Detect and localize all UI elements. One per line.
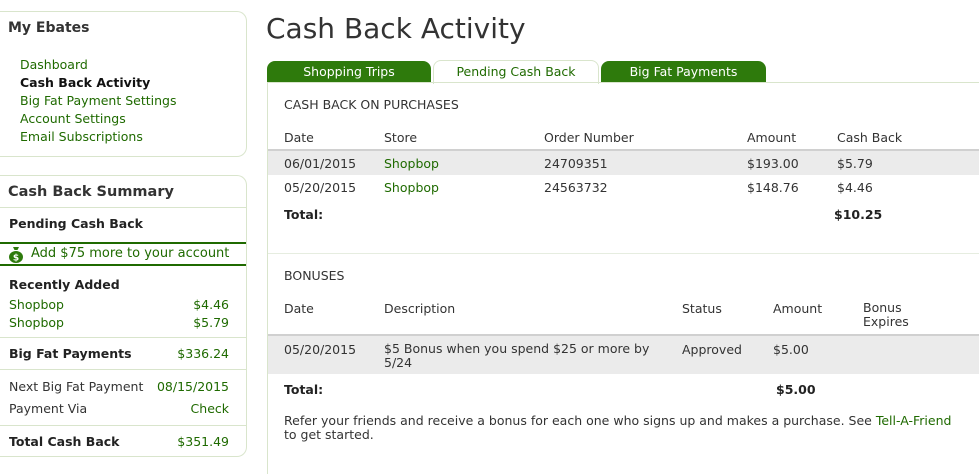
payment-via-value[interactable]: Check [191,401,229,416]
sidebar-item-email-subscriptions[interactable]: Email Subscriptions [20,128,177,146]
next-payment-value: 08/15/2015 [156,379,229,394]
sidebar-item-big-fat-payment-settings[interactable]: Big Fat Payment Settings [20,92,177,110]
purchases-header-cashback: Cash Back [837,130,903,145]
bonus-description: $5 Bonus when you spend $25 or more by 5… [384,341,650,370]
my-ebates-nav: Dashboard Cash Back Activity Big Fat Pay… [20,56,177,146]
bonuses-header-amount: Amount [773,301,823,316]
activity-content: CASH BACK ON PURCHASES Date Store Order … [267,82,979,474]
divider [0,207,246,208]
summary-title: Cash Back Summary [8,184,174,200]
bonuses-header-date: Date [284,301,314,316]
purchases-header-store: Store [384,130,418,145]
purchases-section-title: CASH BACK ON PURCHASES [284,97,459,112]
referral-text-after: to get started. [284,427,374,442]
promo-banner[interactable]: $ Add $75 more to your account [0,242,246,266]
payment-via-label: Payment Via [9,401,88,416]
my-ebates-panel: My Ebates Dashboard Cash Back Activity B… [0,11,247,157]
sidebar-item-dashboard[interactable]: Dashboard [20,56,177,74]
bonuses-header-status: Status [682,301,722,316]
purchases-total-value: $10.25 [834,207,883,222]
page-title: Cash Back Activity [266,12,526,45]
recent-store-1[interactable]: Shopbop [9,297,64,312]
cash-back-summary-panel: Cash Back Summary Pending Cash Back $ Ad… [0,175,247,457]
bonuses-total-value: $5.00 [776,382,816,397]
recent-amount-2: $5.79 [193,315,229,330]
purchase-date: 06/01/2015 [284,156,357,171]
referral-message: Refer your friends and receive a bonus f… [284,414,974,442]
purchase-order: 24563732 [544,180,608,195]
purchase-store-link[interactable]: Shopbop [384,156,439,171]
bonuses-total-label: Total: [284,382,324,397]
purchases-header-amount: Amount [747,130,797,145]
promo-text[interactable]: Add $75 more to your account [31,246,229,261]
purchase-store-link[interactable]: Shopbop [384,180,439,195]
divider [0,337,246,338]
bonuses-header-expires: Bonus Expires [863,300,909,329]
bonuses-header-description: Description [384,301,456,316]
recent-amount-1: $4.46 [193,297,229,312]
purchases-header-order: Order Number [544,130,634,145]
recent-store-2[interactable]: Shopbop [9,315,64,330]
purchase-amount: $148.76 [747,180,799,195]
purchase-amount: $193.00 [747,156,799,171]
sidebar-item-account-settings[interactable]: Account Settings [20,110,177,128]
purchase-date: 05/20/2015 [284,180,357,195]
tell-a-friend-link[interactable]: Tell-A-Friend [876,413,952,428]
money-bag-icon: $ [9,247,23,264]
purchase-cashback: $5.79 [837,156,873,171]
total-cash-back-label: Total Cash Back [9,434,120,449]
sidebar-item-cash-back-activity[interactable]: Cash Back Activity [20,74,177,92]
section-divider [268,253,979,254]
referral-text: Refer your friends and receive a bonus f… [284,413,872,428]
big-fat-payments-value: $336.24 [177,346,229,361]
bonus-amount: $5.00 [773,342,809,357]
bonus-status: Approved [682,342,742,357]
tab-shopping-trips[interactable]: Shopping Trips [267,61,431,83]
pending-cash-back-label: Pending Cash Back [9,216,143,231]
divider [0,369,246,370]
svg-text:$: $ [13,254,19,264]
purchase-cashback: $4.46 [837,180,873,195]
purchases-header-date: Date [284,130,314,145]
bonus-date: 05/20/2015 [284,342,357,357]
purchases-total-label: Total: [284,207,324,222]
tab-pending-cash-back[interactable]: Pending Cash Back [433,60,599,84]
my-ebates-title: My Ebates [8,20,90,36]
bonuses-section-title: BONUSES [284,268,345,283]
total-cash-back-value: $351.49 [177,434,229,449]
next-payment-label: Next Big Fat Payment [9,379,144,394]
purchase-order: 24709351 [544,156,608,171]
divider [0,425,246,426]
tab-big-fat-payments[interactable]: Big Fat Payments [601,61,766,83]
big-fat-payments-label: Big Fat Payments [9,346,132,361]
recently-added-label: Recently Added [9,277,120,292]
